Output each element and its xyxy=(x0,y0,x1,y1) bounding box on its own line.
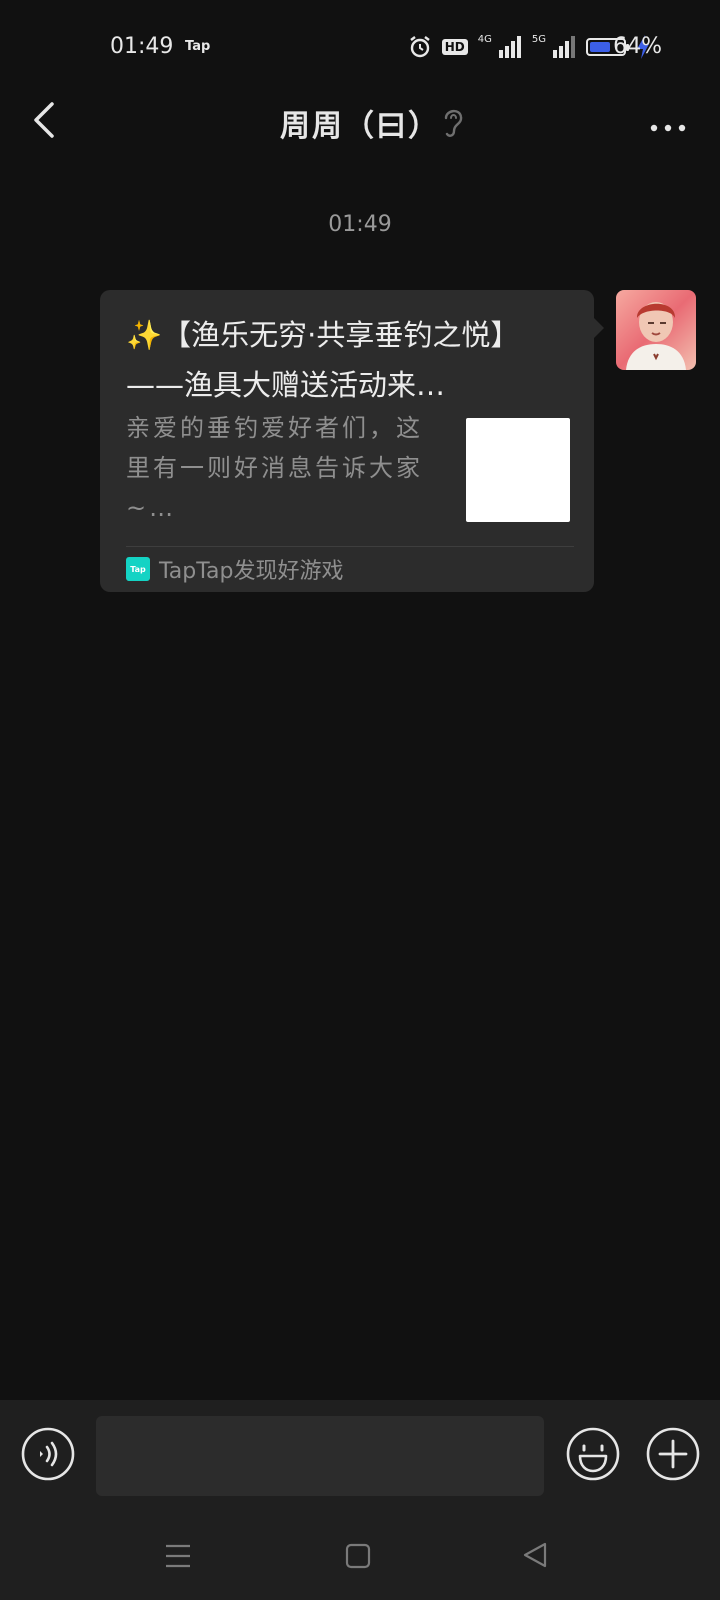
card-thumbnail xyxy=(466,418,570,522)
chat-header: 周周（曰） xyxy=(0,96,720,192)
signal-icon xyxy=(498,36,521,58)
home-icon[interactable] xyxy=(344,1542,372,1570)
battery-percent: 64% xyxy=(613,34,662,59)
bubble-tail xyxy=(594,318,604,338)
card-source: Tap TapTap发现好游戏 xyxy=(126,554,344,584)
tap-notification-icon: Tap xyxy=(185,39,211,54)
chat-title: 周周（曰） xyxy=(280,109,440,144)
emoji-icon[interactable] xyxy=(565,1426,621,1482)
avatar[interactable] xyxy=(616,290,696,370)
taptap-logo-icon: Tap xyxy=(126,557,150,581)
status-bar: 01:49 Tap HD 4G 5G 64% xyxy=(0,0,720,96)
alarm-icon xyxy=(410,36,430,58)
network-label-4g: 4G xyxy=(477,33,492,45)
shared-link-card[interactable]: ✨【渔乐无穷·共享垂钓之悦】——渔具大赠送活动来… 亲爱的垂钓爱好者们，这里有一… xyxy=(100,290,604,592)
network-label-5g: 5G xyxy=(531,33,546,45)
signal-icon xyxy=(553,36,575,58)
status-time: 01:49 xyxy=(110,34,174,59)
input-bar xyxy=(0,1400,720,1518)
card-title: ✨【渔乐无穷·共享垂钓之悦】——渔具大赠送活动来… xyxy=(126,318,520,402)
battery-level xyxy=(590,42,610,52)
back-triangle-icon[interactable] xyxy=(520,1540,550,1570)
more-horizontal-icon[interactable] xyxy=(640,104,696,144)
card-description: 亲爱的垂钓爱好者们，这里有一则好消息告诉大家~… xyxy=(126,414,423,522)
ear-icon[interactable] xyxy=(440,104,466,140)
message-timestamp: 01:49 xyxy=(328,212,392,237)
avatar-image xyxy=(616,290,696,370)
voice-icon[interactable] xyxy=(20,1426,76,1482)
system-nav-bar xyxy=(0,1518,720,1600)
message-input[interactable] xyxy=(96,1416,544,1496)
card-divider xyxy=(126,546,574,547)
plus-icon[interactable] xyxy=(645,1426,701,1482)
hd-icon: HD xyxy=(441,39,468,55)
menu-icon[interactable] xyxy=(164,1542,192,1570)
card-source-label: TapTap发现好游戏 xyxy=(159,559,344,584)
